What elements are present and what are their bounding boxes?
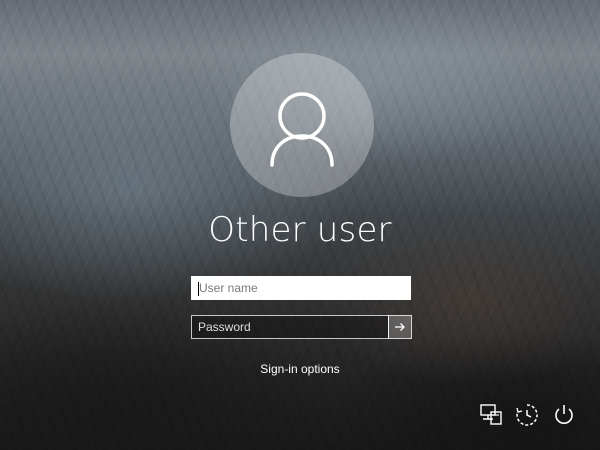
password-input[interactable]: [192, 316, 388, 338]
submit-button[interactable]: [388, 315, 412, 339]
network-icon: [480, 404, 502, 425]
power-icon: [555, 405, 573, 424]
user-avatar: [230, 53, 374, 197]
password-field[interactable]: [191, 315, 389, 339]
power-button[interactable]: [551, 402, 577, 428]
ease-of-access-icon: [516, 404, 538, 426]
text-caret: [198, 282, 199, 296]
username-input[interactable]: [193, 278, 409, 298]
user-silhouette-icon: [270, 92, 334, 167]
account-name: Other user: [208, 210, 392, 250]
username-field[interactable]: [191, 276, 411, 300]
network-button[interactable]: [478, 402, 504, 428]
arrow-right-icon: [395, 323, 405, 331]
ease-of-access-button[interactable]: [514, 402, 540, 428]
sign-in-options-link[interactable]: Sign-in options: [0, 362, 600, 376]
